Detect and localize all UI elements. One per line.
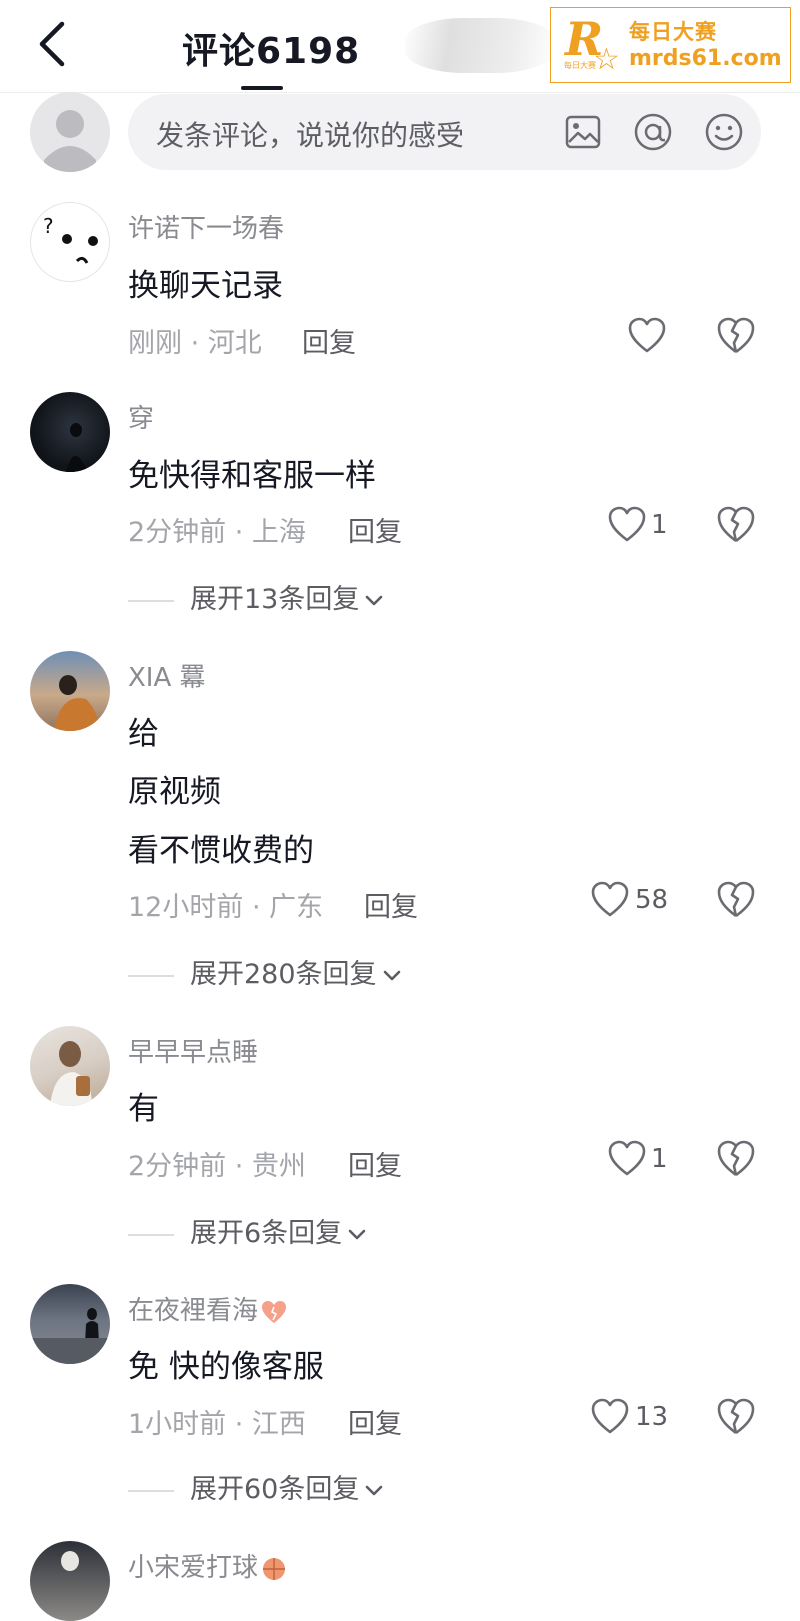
comment-time-location: 刚刚 · 河北 xyxy=(128,328,262,359)
avatar[interactable]: ? xyxy=(30,202,110,282)
image-icon[interactable] xyxy=(563,112,603,152)
expand-replies-label: 展开6条回复 xyxy=(190,1218,343,1249)
like-count: 1 xyxy=(651,1144,668,1174)
broken-heart-icon[interactable] xyxy=(715,1138,757,1180)
broken-heart-icon[interactable] xyxy=(715,1396,757,1438)
comment-input[interactable]: 发条评论，说说你的感受 xyxy=(128,94,761,170)
avatar-photo xyxy=(66,423,88,472)
basketball-icon xyxy=(263,1557,286,1580)
avatar[interactable] xyxy=(30,1541,110,1621)
emoji-icon[interactable] xyxy=(704,112,744,152)
chevron-down-icon xyxy=(366,1485,383,1495)
commenter-name-text: 在夜裡看海 xyxy=(128,1296,259,1326)
comment-text: 免 快的像客服 xyxy=(128,1349,324,1385)
watermark-tiny-label: 每日大赛 xyxy=(564,61,596,70)
commenter-name[interactable]: 早早早点睡 xyxy=(128,1032,258,1069)
reply-button[interactable]: 回复 xyxy=(364,885,418,924)
avatar[interactable] xyxy=(30,1026,110,1106)
comment-time-location: 1小时前 · 江西 xyxy=(128,1409,306,1440)
commenter-name[interactable]: 穿 xyxy=(128,398,154,435)
reply-button[interactable]: 回复 xyxy=(348,1144,402,1183)
like-count: 1 xyxy=(651,510,668,540)
chevron-down-icon xyxy=(366,595,383,605)
avatar-photo xyxy=(50,1041,92,1106)
watermark-logo: R ☆ 每日大赛 每日大赛 mrds61.com xyxy=(550,7,791,83)
expand-replies-button[interactable]: 展开13条回复 xyxy=(128,577,385,616)
svg-text:?: ? xyxy=(43,214,54,238)
reply-button[interactable]: 回复 xyxy=(302,321,356,360)
commenter-name[interactable]: 在夜裡看海 xyxy=(128,1290,288,1327)
expand-replies-button[interactable]: 展开280条回复 xyxy=(128,952,403,991)
commenter-name-text: 小宋爱打球 xyxy=(128,1553,259,1583)
comment-text: 看不惯收费的 xyxy=(128,833,314,869)
avatar[interactable] xyxy=(30,651,110,731)
comment-text: 免快得和客服一样 xyxy=(128,458,376,494)
back-arrow-icon[interactable] xyxy=(30,18,78,70)
avatar-photo xyxy=(30,1308,110,1364)
default-user-icon xyxy=(44,110,96,172)
avatar-photo xyxy=(54,675,100,731)
like-count: 13 xyxy=(635,1402,669,1432)
avatar[interactable] xyxy=(30,392,110,472)
expand-replies-label: 展开60条回复 xyxy=(190,1474,360,1505)
expand-replies-button[interactable]: 展开60条回复 xyxy=(128,1467,385,1506)
title-underline xyxy=(241,86,283,90)
commenter-name[interactable]: 小宋爱打球 xyxy=(128,1547,288,1584)
heart-icon[interactable] xyxy=(627,316,667,356)
watermark-cn: 每日大赛 xyxy=(629,20,717,44)
heart-emoji-icon xyxy=(262,1300,287,1323)
reply-button[interactable]: 回复 xyxy=(348,510,402,549)
watermark-url: mrds61.com xyxy=(629,46,782,71)
comment-time-location: 2分钟前 · 贵州 xyxy=(128,1151,306,1182)
at-mention-icon[interactable] xyxy=(633,112,673,152)
commenter-name[interactable]: XIA 羃 xyxy=(128,657,206,694)
expand-divider xyxy=(128,1489,174,1492)
broken-heart-icon[interactable] xyxy=(715,504,757,546)
expand-replies-button[interactable]: 展开6条回复 xyxy=(128,1211,368,1250)
expand-divider xyxy=(128,1233,174,1236)
heart-icon[interactable] xyxy=(607,505,647,545)
comment-text: 换聊天记录 xyxy=(128,268,283,304)
comment-text: 给 xyxy=(128,716,159,752)
expand-divider xyxy=(128,599,174,602)
doodle-face-icon: ? xyxy=(43,214,98,264)
comment-time-location: 2分钟前 · 上海 xyxy=(128,517,306,548)
page-title: 评论6198 xyxy=(182,31,361,72)
like-count: 58 xyxy=(635,885,669,915)
broken-heart-icon[interactable] xyxy=(715,315,757,357)
header-bar: 评论6198 R ☆ 每日大赛 每日大赛 mrds61.com xyxy=(0,0,800,93)
watermark-smudge xyxy=(405,18,555,73)
chevron-down-icon xyxy=(348,1229,366,1239)
expand-replies-label: 展开280条回复 xyxy=(190,959,377,990)
expand-divider xyxy=(128,974,174,977)
star-icon: ☆ xyxy=(593,42,620,77)
comment-text: 有 xyxy=(128,1091,159,1127)
my-avatar[interactable] xyxy=(30,92,110,172)
comment-time-location: 12小时前 · 广东 xyxy=(128,892,324,923)
comment-text: 原视频 xyxy=(128,774,221,810)
broken-heart-icon[interactable] xyxy=(715,879,757,921)
heart-icon[interactable] xyxy=(607,1139,647,1179)
heart-icon[interactable] xyxy=(590,880,630,920)
avatar[interactable] xyxy=(30,1284,110,1364)
heart-icon[interactable] xyxy=(590,1397,630,1437)
reply-button[interactable]: 回复 xyxy=(348,1402,402,1441)
comment-input-placeholder[interactable]: 发条评论，说说你的感受 xyxy=(156,114,464,154)
expand-replies-label: 展开13条回复 xyxy=(190,584,360,615)
avatar-photo xyxy=(61,1551,79,1571)
chevron-down-icon xyxy=(383,970,400,980)
commenter-name[interactable]: 许诺下一场春 xyxy=(128,208,284,245)
